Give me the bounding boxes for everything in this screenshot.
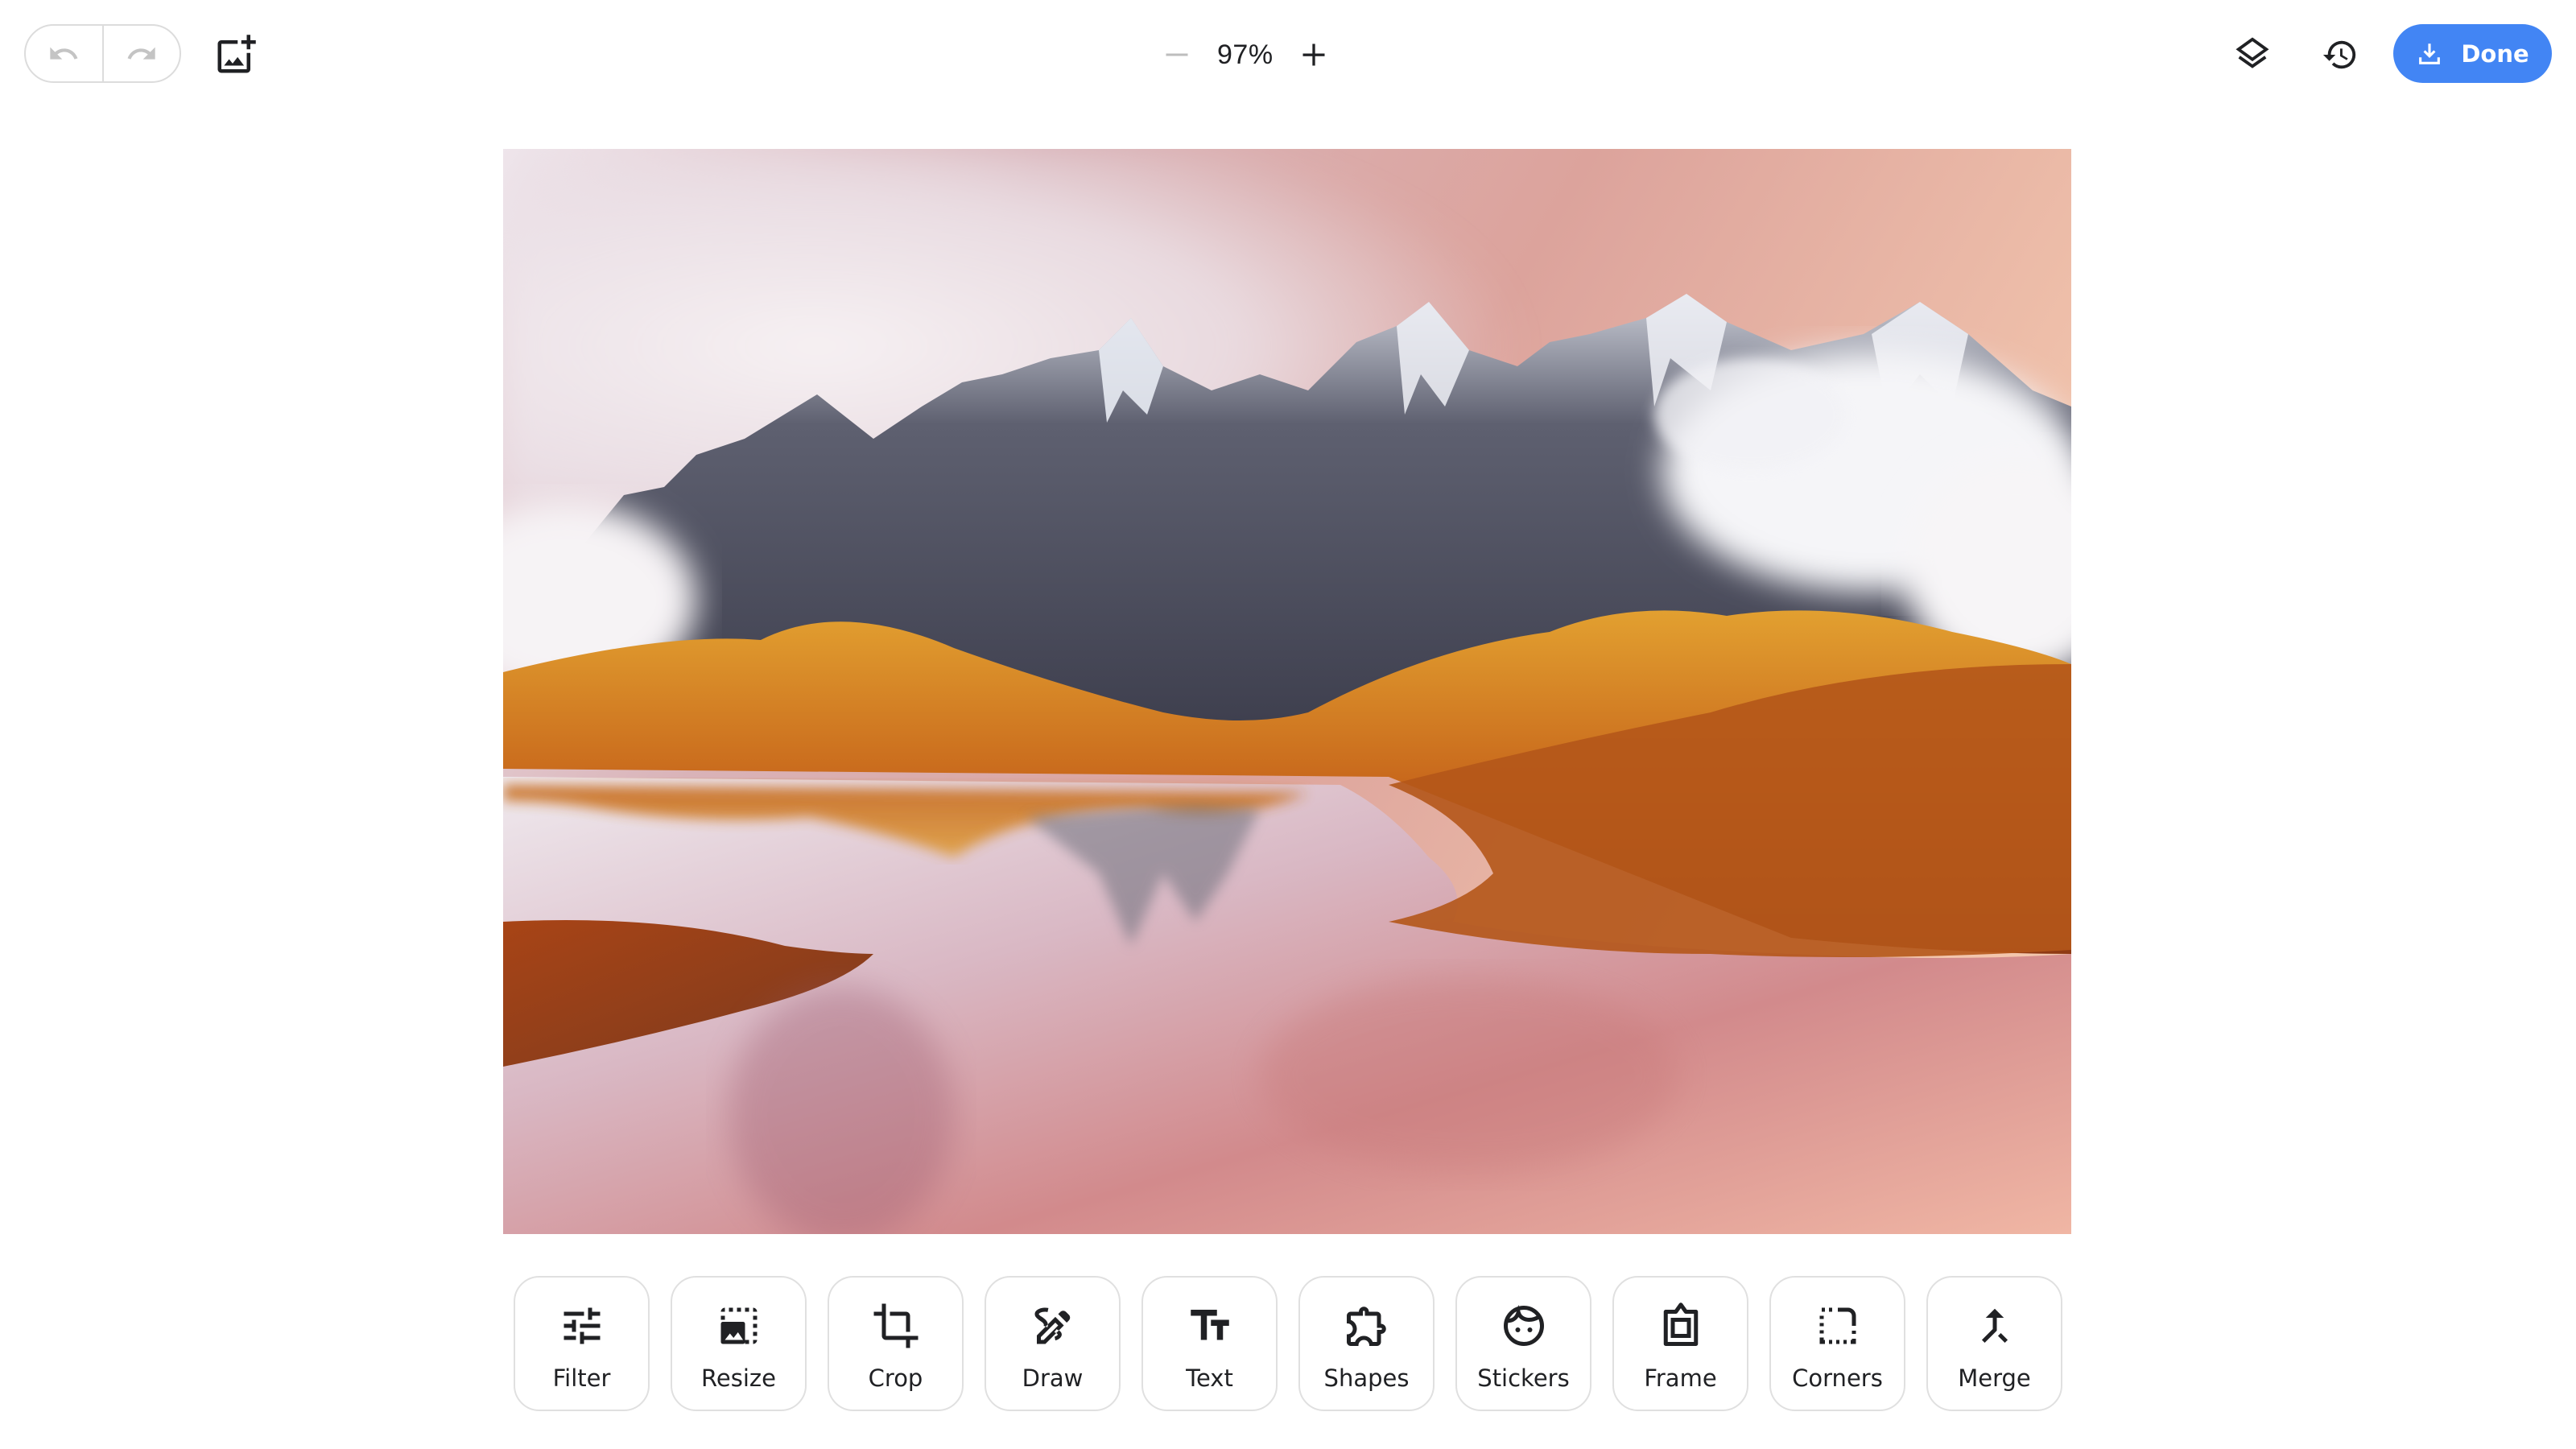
corners-icon bbox=[1819, 1307, 1856, 1344]
minus-icon bbox=[1166, 53, 1188, 56]
add-image-icon bbox=[217, 35, 256, 73]
tool-merge[interactable]: Merge bbox=[1926, 1276, 2062, 1411]
landscape-photo bbox=[503, 149, 2071, 1234]
undo-button[interactable] bbox=[26, 26, 102, 81]
editor-canvas-image[interactable] bbox=[503, 149, 2071, 1234]
frame-icon bbox=[1663, 1302, 1698, 1346]
tool-filter[interactable]: Filter bbox=[514, 1276, 650, 1411]
tool-label: Shapes bbox=[1323, 1364, 1410, 1392]
tools-bar: Filter Resize Crop Draw Text Shapes Stic… bbox=[514, 1276, 2062, 1411]
tool-label: Corners bbox=[1792, 1364, 1883, 1392]
face-icon bbox=[1503, 1304, 1544, 1346]
merge-icon bbox=[1981, 1308, 2008, 1344]
puzzle-icon bbox=[1346, 1307, 1386, 1346]
layers-button[interactable] bbox=[2232, 35, 2273, 75]
resize-icon bbox=[720, 1307, 757, 1344]
tool-stickers[interactable]: Stickers bbox=[1455, 1276, 1591, 1411]
text-icon bbox=[1190, 1310, 1229, 1340]
undo-icon bbox=[50, 47, 78, 60]
history-button[interactable] bbox=[2320, 35, 2360, 75]
layers-icon bbox=[2235, 37, 2269, 68]
crop-icon bbox=[873, 1303, 918, 1348]
undo-redo-group bbox=[24, 24, 181, 83]
zoom-level: 97% bbox=[1217, 39, 1274, 70]
add-image-button[interactable] bbox=[213, 32, 258, 77]
tool-label: Draw bbox=[1022, 1364, 1084, 1392]
tool-label: Text bbox=[1186, 1364, 1233, 1392]
zoom-controls: 97% bbox=[1156, 27, 1335, 82]
tool-label: Filter bbox=[552, 1364, 611, 1392]
tool-label: Crop bbox=[868, 1364, 923, 1392]
plus-icon bbox=[1302, 43, 1325, 66]
tool-text[interactable]: Text bbox=[1141, 1276, 1278, 1411]
tool-crop[interactable]: Crop bbox=[828, 1276, 964, 1411]
redo-icon bbox=[127, 47, 155, 60]
tool-label: Frame bbox=[1644, 1364, 1717, 1392]
tool-draw[interactable]: Draw bbox=[985, 1276, 1121, 1411]
tool-label: Resize bbox=[701, 1364, 776, 1392]
tool-resize[interactable]: Resize bbox=[671, 1276, 807, 1411]
zoom-out-button[interactable] bbox=[1156, 34, 1198, 76]
tool-shapes[interactable]: Shapes bbox=[1298, 1276, 1435, 1411]
tool-corners[interactable]: Corners bbox=[1769, 1276, 1905, 1411]
download-icon bbox=[2419, 43, 2441, 64]
done-button[interactable]: Done bbox=[2393, 24, 2552, 83]
zoom-in-button[interactable] bbox=[1293, 34, 1335, 76]
redo-button[interactable] bbox=[104, 26, 180, 81]
tool-label: Stickers bbox=[1477, 1364, 1570, 1392]
draw-icon bbox=[1034, 1307, 1070, 1344]
tool-frame[interactable]: Frame bbox=[1612, 1276, 1748, 1411]
sliders-icon bbox=[564, 1307, 600, 1344]
tool-label: Merge bbox=[1958, 1364, 2031, 1392]
history-icon bbox=[2322, 40, 2356, 69]
done-label: Done bbox=[2461, 39, 2529, 68]
